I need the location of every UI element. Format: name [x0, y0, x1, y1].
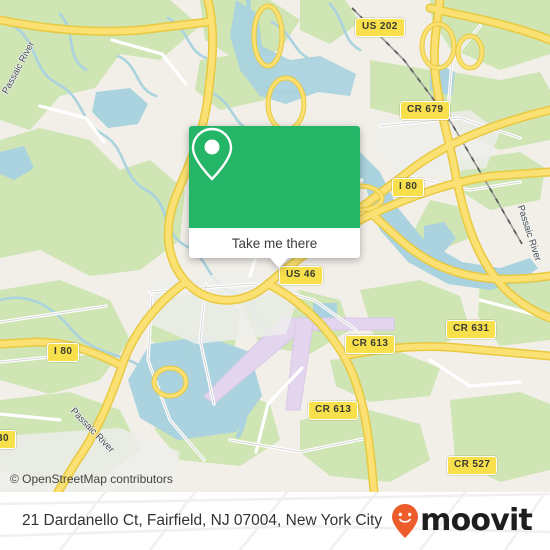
road-shield: US 202: [355, 18, 405, 37]
road-shield: I 80: [47, 343, 80, 362]
take-me-there-button[interactable]: Take me there: [189, 228, 360, 258]
popup-card-tail: [269, 257, 289, 268]
road-shield: CR 679: [400, 101, 451, 120]
take-me-there-label: Take me there: [231, 235, 318, 251]
location-popup-card[interactable]: Take me there: [189, 126, 360, 268]
moovit-logo[interactable]: moovit: [392, 503, 533, 538]
footer-bar: 21 Dardanello Ct, Fairfield, NJ 07004, N…: [0, 492, 550, 550]
road-shield: I 80: [392, 178, 425, 197]
road-shield: CR 613: [345, 335, 396, 354]
footer-content-row: 21 Dardanello Ct, Fairfield, NJ 07004, N…: [0, 492, 550, 550]
road-shield: US 46: [279, 266, 323, 285]
road-shield: CR 613: [308, 401, 359, 420]
moovit-smile-pin-icon: [392, 504, 419, 538]
moovit-wordmark: moovit: [420, 503, 533, 538]
address-text: 21 Dardanello Ct, Fairfield, NJ 07004, N…: [22, 512, 383, 529]
road-shield: CR 631: [446, 320, 497, 339]
road-shield: 30: [0, 430, 16, 449]
map-canvas[interactable]: US 202 CR 679 I 80 US 46 CR 631 CR 613 I 80 CR …: [0, 0, 550, 492]
map-attribution[interactable]: © OpenStreetMap contributors: [10, 472, 173, 486]
road-shield: CR 527: [447, 456, 498, 475]
moovit-location-screenshot: US 202 CR 679 I 80 US 46 CR 631 CR 613 I 80 CR …: [0, 0, 550, 550]
popup-card-header: [189, 126, 360, 228]
location-pin-icon: [191, 127, 233, 181]
